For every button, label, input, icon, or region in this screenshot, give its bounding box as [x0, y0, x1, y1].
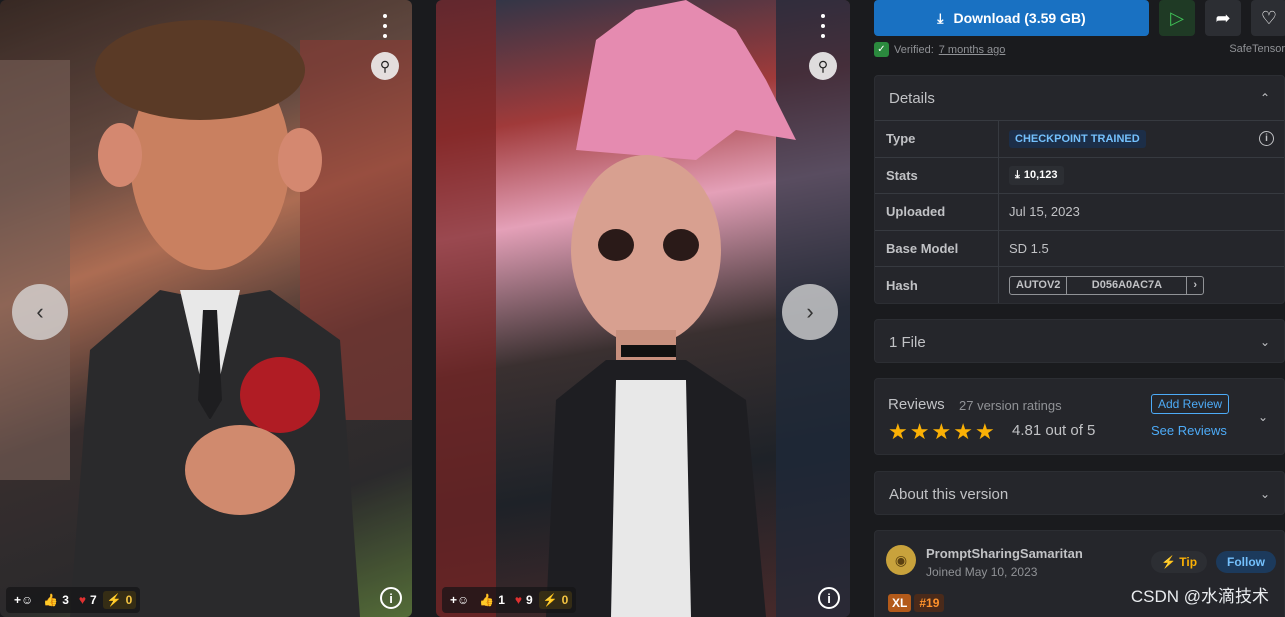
- like-reaction[interactable]: 👍 1: [475, 593, 509, 607]
- share-icon[interactable]: ➦: [1205, 0, 1241, 36]
- about-header[interactable]: About this version ⌄: [875, 472, 1284, 516]
- chevron-down-icon: ⌄: [1259, 335, 1270, 349]
- add-reaction-button[interactable]: +☺: [446, 593, 473, 607]
- play-icon[interactable]: ▷: [1159, 0, 1195, 36]
- add-review-button[interactable]: Add Review: [1151, 394, 1230, 414]
- about-section[interactable]: About this version ⌄: [874, 471, 1285, 515]
- reviews-title: Reviews: [888, 396, 945, 413]
- bolt-reaction[interactable]: ⚡ 0: [102, 591, 137, 609]
- creator-name[interactable]: PromptSharingSamaritan: [926, 546, 1083, 561]
- model-page: ⚲ ‹ +☺ 👍 3 ♥ 7 ⚡ 0 i ⚲ › +☺ 👍 1 ♥ 9 ⚡ 0 …: [0, 0, 1285, 617]
- like-reaction[interactable]: 👍 3: [39, 593, 73, 607]
- download-count-badge: ⤓ 10,123: [1009, 165, 1064, 185]
- image-card-1[interactable]: ⚲ ‹ +☺ 👍 3 ♥ 7 ⚡ 0 i: [0, 0, 412, 617]
- reviews-count: 27 version ratings: [959, 398, 1062, 413]
- heart-icon: ♥: [78, 593, 87, 607]
- info-icon[interactable]: i: [1259, 131, 1274, 147]
- star-icon: ★: [931, 419, 952, 444]
- files-header[interactable]: 1 File ⌄: [875, 320, 1284, 364]
- thumbs-up-icon: 👍: [43, 593, 59, 607]
- info-icon[interactable]: i: [380, 587, 402, 609]
- heart-reaction[interactable]: ♥ 9: [511, 593, 537, 607]
- follow-button[interactable]: Follow: [1216, 551, 1276, 573]
- remix-icon[interactable]: ⚲: [809, 52, 837, 80]
- type-badge: CHECKPOINT TRAINED: [1009, 129, 1146, 148]
- shield-check-icon: ✓: [874, 42, 889, 57]
- download-icon: ⤓: [937, 9, 944, 26]
- star-icon: ★: [888, 419, 908, 444]
- chevron-up-icon: ⌃: [1259, 91, 1270, 105]
- reviews-section: Reviews 27 version ratings ★ ★ ★ ★ ★ 4.8…: [874, 378, 1285, 455]
- download-button[interactable]: ⤓ Download (3.59 GB): [874, 0, 1149, 36]
- chevron-down-icon[interactable]: ⌄: [1258, 410, 1268, 424]
- details-header[interactable]: Details ⌃: [875, 76, 1284, 120]
- thumbs-up-icon: 👍: [479, 593, 495, 607]
- detail-row-stats: Stats ⤓ 10,123: [875, 156, 1284, 194]
- bolt-icon: ⚡: [542, 593, 558, 607]
- verified-time-link[interactable]: 7 months ago: [939, 44, 1006, 56]
- details-section: Details ⌃ Type CHECKPOINT TRAINED i Stat…: [874, 75, 1285, 304]
- heart-icon: ♥: [514, 593, 523, 607]
- image-card-2[interactable]: ⚲ › +☺ 👍 1 ♥ 9 ⚡ 0 i: [436, 0, 850, 617]
- add-reaction-button[interactable]: +☺: [10, 593, 37, 607]
- detail-row-base-model: Base Model SD 1.5: [875, 229, 1284, 267]
- creator-joined: Joined May 10, 2023: [926, 565, 1038, 579]
- reaction-bar: +☺ 👍 1 ♥ 9 ⚡ 0: [442, 587, 577, 613]
- detail-row-type: Type CHECKPOINT TRAINED i: [875, 120, 1284, 157]
- download-icon: ⤓: [1015, 168, 1020, 181]
- xl-badge-icon: XL: [888, 594, 912, 612]
- star-icon: ★: [953, 419, 973, 444]
- heart-outline-icon[interactable]: ♡: [1251, 0, 1285, 36]
- watermark: CSDN @水滴技术: [1130, 587, 1269, 606]
- model-sidebar: ⤓ Download (3.59 GB) ▷ ➦ ♡ ✓ Verified: 7…: [874, 0, 1285, 617]
- rank-label: #19: [914, 594, 945, 612]
- creator-rank-badge: XL #19: [888, 594, 945, 612]
- avatar[interactable]: ◉: [886, 545, 916, 575]
- hash-value[interactable]: D056A0AC7A: [1067, 276, 1188, 294]
- bolt-reaction[interactable]: ⚡ 0: [538, 591, 573, 609]
- star-icon: ★: [974, 419, 995, 444]
- chevron-right-icon[interactable]: ›: [782, 284, 838, 340]
- info-icon[interactable]: i: [818, 587, 840, 609]
- files-section[interactable]: 1 File ⌄: [874, 319, 1285, 363]
- verified-status: ✓ Verified: 7 months ago: [874, 42, 1005, 57]
- rating-score: 4.81 out of 5: [1012, 422, 1096, 439]
- detail-row-uploaded: Uploaded Jul 15, 2023: [875, 193, 1284, 230]
- detail-row-hash: Hash AUTOV2 D056A0AC7A ›: [875, 266, 1284, 303]
- hash-box: AUTOV2 D056A0AC7A ›: [1009, 275, 1205, 295]
- bolt-icon: ⚡: [1161, 555, 1176, 569]
- see-reviews-link[interactable]: See Reviews: [1151, 423, 1227, 438]
- chevron-left-icon[interactable]: ‹: [12, 284, 68, 340]
- file-format-label: SafeTensor: [1229, 43, 1285, 55]
- star-icon: ★: [909, 419, 930, 444]
- chevron-right-icon[interactable]: ›: [1187, 277, 1203, 294]
- reaction-bar: +☺ 👍 3 ♥ 7 ⚡ 0: [6, 587, 141, 613]
- hash-type: AUTOV2: [1010, 276, 1068, 294]
- more-options-icon[interactable]: [815, 14, 831, 38]
- heart-reaction[interactable]: ♥ 7: [75, 593, 101, 607]
- more-options-icon[interactable]: [377, 14, 393, 38]
- remix-icon[interactable]: ⚲: [371, 52, 399, 80]
- chevron-down-icon: ⌄: [1259, 487, 1270, 501]
- tip-button[interactable]: ⚡ Tip: [1151, 551, 1208, 573]
- bolt-icon: ⚡: [106, 593, 122, 607]
- star-rating: ★ ★ ★ ★ ★: [888, 419, 995, 445]
